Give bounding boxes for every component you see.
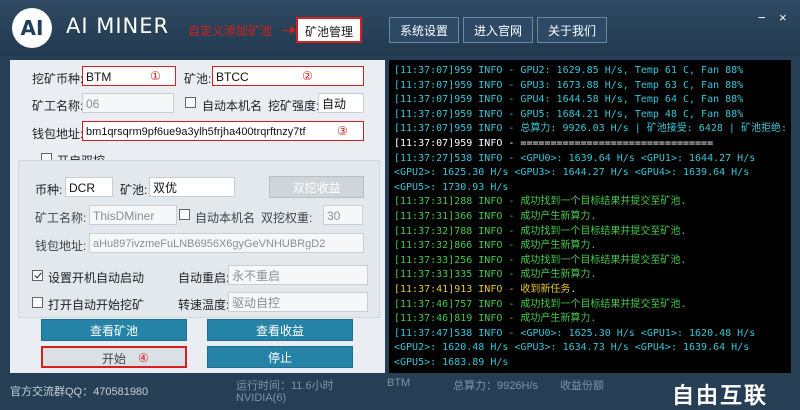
minimize-icon[interactable]: −	[758, 10, 766, 25]
automine-checkbox[interactable]	[32, 297, 43, 308]
log-line: [11:37:46]819 INFO - 成功产生新算力.	[394, 313, 597, 325]
app-title: AI MINER	[66, 14, 170, 38]
close-icon[interactable]: ×	[779, 10, 787, 25]
log-line: [11:37:07]959 INFO - GPU2: 1629.85 H/s, …	[394, 65, 744, 76]
view-pool-button[interactable]: 查看矿池	[41, 319, 187, 341]
marker-2: ②	[302, 69, 313, 83]
dual-pool-select[interactable]: 双优	[149, 177, 235, 197]
tab-about-us[interactable]: 关于我们	[537, 17, 607, 43]
log-line: [11:37:32]788 INFO - 成功找到一个目标结果并提交至矿池.	[394, 225, 687, 237]
autorestart-select[interactable]: 永不重启	[228, 265, 368, 285]
log-line: [11:37:33]256 INFO - 成功找到一个目标结果并提交至矿池.	[394, 254, 687, 266]
coin-value: BTM	[86, 70, 112, 84]
app-logo: AI	[12, 8, 52, 48]
automine-label: 打开自动开始挖矿	[48, 298, 145, 312]
log-line: [11:37:33]335 INFO - 成功产生新算力.	[394, 269, 597, 281]
wallet-label: 钱包地址:	[32, 127, 84, 141]
log-line: [11:37:47]538 INFO - <GPU0>: 1625.30 H/s…	[394, 327, 756, 339]
dual-pool-label: 矿池:	[120, 183, 148, 197]
log-line: [11:37:46]757 INFO - 成功找到一个目标结果并提交至矿池.	[394, 298, 687, 310]
log-line: [11:37:31]366 INFO - 成功产生新算力.	[394, 211, 597, 222]
coin-select[interactable]: BTM	[82, 66, 176, 86]
tab-official-site[interactable]: 进入官网	[463, 17, 533, 43]
log-line: <GPU2>: 1620.48 H/s <GPU3>: 1634.73 H/s …	[394, 342, 750, 354]
dual-worker-input[interactable]: ThisDMiner	[89, 205, 177, 225]
fanspeed-select[interactable]: 驱动自控	[228, 292, 368, 312]
pool-value: BTCC	[216, 70, 249, 84]
tab-pool-management[interactable]: 矿池管理	[296, 17, 362, 43]
dual-profit-button[interactable]: 双挖收益	[269, 176, 364, 198]
fanspeed-label: 转速温度:	[178, 298, 230, 312]
intensity-label: 挖矿强度:	[268, 99, 320, 113]
log-line: [11:37:31]288 INFO - 成功找到一个目标结果并提交至矿池.	[394, 196, 687, 208]
qq-group-text: 官方交流群QQ：470581980	[10, 386, 149, 398]
worker-name-input[interactable]: 06	[82, 93, 174, 113]
log-line: [11:37:07]959 INFO - GPU4: 1644.58 H/s, …	[394, 94, 744, 106]
view-profit-button[interactable]: 查看收益	[207, 319, 353, 341]
log-line: [11:37:27]538 INFO - <GPU0>: 1639.64 H/s…	[394, 152, 756, 164]
dual-weight-label: 双挖权重:	[261, 211, 313, 225]
device-text: NVIDIA(6)	[236, 392, 287, 404]
marker-3: ③	[337, 124, 348, 138]
log-line: <GPU5>: 1730.93 H/s	[394, 181, 509, 193]
log-line: [11:37:32]866 INFO - 成功产生新算力.	[394, 240, 597, 252]
stop-button[interactable]: 停止	[207, 346, 353, 368]
dual-coin-label: 币种:	[35, 183, 63, 197]
intensity-select[interactable]: 自动	[318, 93, 364, 113]
log-line: [11:37:07]959 INFO - GPU3: 1673.88 H/s, …	[394, 79, 744, 91]
autostart-checkbox[interactable]	[32, 270, 43, 281]
dual-coin-select[interactable]: DCR	[65, 177, 113, 197]
dual-wallet-input[interactable]: aHu897ivzmeFuLNB6956X6gyGeVNHUBRgD2	[89, 233, 364, 253]
coin-label: 挖矿币种:	[32, 72, 84, 86]
log-line: <GPU2>: 1625.30 H/s <GPU3>: 1644.27 H/s …	[394, 167, 750, 179]
annotation-arrow-icon	[282, 26, 296, 34]
annotation-text: 自定义添加矿池	[188, 24, 273, 38]
dual-auto-name-checkbox[interactable]	[179, 209, 190, 220]
log-line: [11:37:41]913 INFO - 收到新任务.	[394, 284, 577, 295]
log-line: [11:37:07]959 INFO - GPU5: 1684.21 H/s, …	[394, 108, 744, 120]
dual-wallet-label: 钱包地址:	[35, 239, 87, 253]
coin-status-text: BTM	[387, 377, 411, 389]
watermark-text: 自由互联	[672, 384, 769, 409]
dual-auto-name-label: 自动本机名	[195, 211, 256, 225]
hashrate-text: 总算力：9926H/s	[453, 380, 538, 392]
pool-label: 矿池:	[184, 72, 212, 86]
runtime-text: 运行时间：11.6小时	[236, 380, 334, 392]
log-line: <GPU5>: 1683.89 H/s	[394, 357, 509, 368]
dual-worker-label: 矿工名称:	[35, 211, 87, 225]
dual-weight-input[interactable]: 30	[323, 205, 363, 225]
log-line: [11:37:07]959 INFO - ===================…	[394, 138, 714, 149]
start-label: 开始	[101, 352, 126, 366]
wallet-input[interactable]: bm1qrsqrm9pf6ue9a3ylh5frjha400trqrftnzy7…	[82, 121, 364, 141]
marker-1: ①	[150, 69, 161, 83]
tab-system-settings[interactable]: 系统设置	[389, 17, 459, 43]
log-line: [11:37:07]959 INFO - 总算力: 9926.03 H/s | …	[394, 123, 791, 135]
auto-name-label: 自动本机名	[202, 99, 263, 113]
pool-select[interactable]: BTCC	[212, 66, 364, 86]
config-panel: 挖矿币种: BTM ① 矿池: BTCC ② 矿工名称: 06 自动本机名 挖矿…	[10, 60, 385, 373]
title-bar: AI AI MINER 自定义添加矿池 矿池管理 系统设置 进入官网 关于我们 …	[0, 0, 800, 56]
start-button[interactable]: 开始	[41, 346, 187, 368]
autostart-label: 设置开机自动启动	[48, 271, 145, 285]
auto-name-checkbox[interactable]	[185, 97, 196, 108]
autorestart-label: 自动重启:	[178, 271, 230, 285]
marker-4: ④	[138, 351, 149, 365]
wallet-value: bm1qrsqrm9pf6ue9a3ylh5frjha400trqrftnzy7…	[86, 126, 306, 138]
worker-name-label: 矿工名称:	[32, 99, 84, 113]
log-console[interactable]: [11:37:07]959 INFO - GPU2: 1629.85 H/s, …	[389, 60, 791, 373]
profit-share-text: 收益份额	[560, 380, 604, 392]
